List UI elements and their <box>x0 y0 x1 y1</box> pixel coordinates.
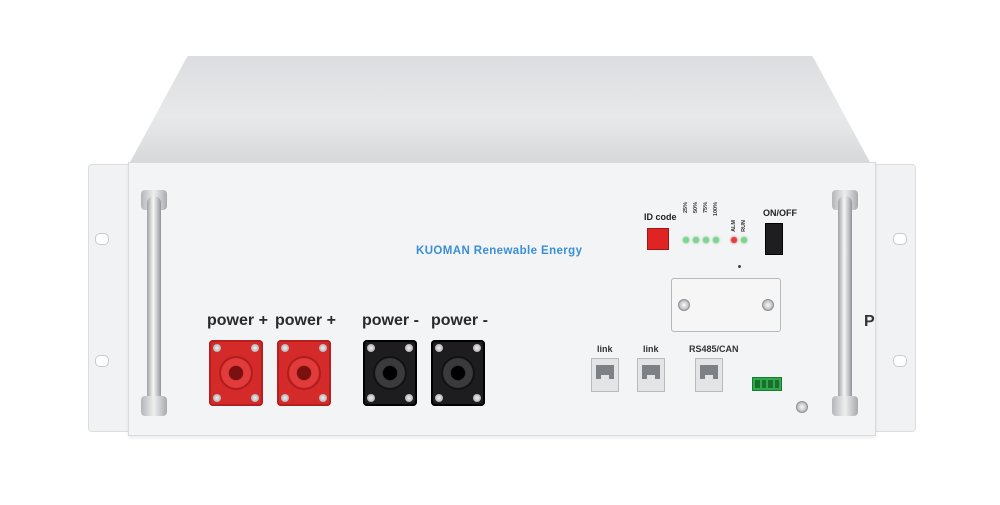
bolt-icon <box>367 394 375 402</box>
brand-watermark: KUOMAN Renewable Energy <box>416 245 583 257</box>
terminal-label: power + <box>275 312 336 329</box>
socket-icon <box>219 356 253 390</box>
negative-terminal[interactable] <box>431 340 485 406</box>
led-label: ALM <box>731 220 737 232</box>
bolt-icon <box>405 344 413 352</box>
bolt-icon <box>405 394 413 402</box>
negative-terminal[interactable] <box>363 340 417 406</box>
led-label: 50% <box>693 202 699 214</box>
rj45-icon <box>642 365 660 379</box>
bolt-icon <box>435 344 443 352</box>
handle-left-bottom-mount <box>141 396 167 416</box>
handle-left[interactable] <box>147 196 161 410</box>
socket-icon <box>287 356 321 390</box>
indicator-dot <box>738 265 741 268</box>
link-port-2[interactable] <box>637 358 665 392</box>
led-label: 100% <box>713 202 719 217</box>
bolt-icon <box>319 344 327 352</box>
positive-terminal[interactable] <box>277 340 331 406</box>
ground-screw-icon <box>796 401 808 413</box>
bolt-icon <box>251 344 259 352</box>
socket-icon <box>441 356 475 390</box>
led-label: 75% <box>703 202 709 214</box>
rs485-can-port[interactable] <box>695 358 723 392</box>
soc-led-25 <box>683 237 689 243</box>
bolt-icon <box>435 394 443 402</box>
positive-terminal[interactable] <box>209 340 263 406</box>
screw-icon <box>678 299 690 311</box>
bolt-icon <box>251 394 259 402</box>
bolt-icon <box>473 394 481 402</box>
bolt-icon <box>281 344 289 352</box>
soc-led-75 <box>703 237 709 243</box>
run-led <box>741 237 747 243</box>
led-label: 25% <box>683 202 689 214</box>
port-label: RS485/CAN <box>689 344 739 354</box>
led-label: RUN <box>741 220 747 232</box>
handle-right[interactable] <box>838 196 852 410</box>
bolt-icon <box>473 344 481 352</box>
dry-contact-connector[interactable] <box>752 377 782 391</box>
power-switch[interactable] <box>765 223 783 255</box>
bolt-icon <box>367 344 375 352</box>
side-letter: P <box>864 313 875 330</box>
ear-mount-hole <box>95 355 109 367</box>
breaker-cover-plate <box>671 278 781 332</box>
alarm-led <box>731 237 737 243</box>
ear-mount-hole <box>95 233 109 245</box>
terminal-label: power - <box>431 312 488 329</box>
rj45-icon <box>700 365 718 379</box>
socket-icon <box>373 356 407 390</box>
screw-icon <box>762 299 774 311</box>
handle-right-bottom-mount <box>832 396 858 416</box>
id-code-dip-switch[interactable] <box>647 228 669 250</box>
power-switch-label: ON/OFF <box>763 208 797 218</box>
port-label: link <box>643 344 659 354</box>
terminal-label: power - <box>362 312 419 329</box>
rj45-icon <box>596 365 614 379</box>
bolt-icon <box>319 394 327 402</box>
right-rack-ear <box>872 164 916 432</box>
terminal-label: power + <box>207 312 268 329</box>
soc-led-100 <box>713 237 719 243</box>
bolt-icon <box>213 394 221 402</box>
soc-led-50 <box>693 237 699 243</box>
ear-mount-hole <box>893 233 907 245</box>
left-rack-ear <box>88 164 132 432</box>
chassis-top-cover <box>128 56 872 166</box>
link-port-1[interactable] <box>591 358 619 392</box>
id-code-label: ID code <box>644 212 677 222</box>
bolt-icon <box>213 344 221 352</box>
port-label: link <box>597 344 613 354</box>
ear-mount-hole <box>893 355 907 367</box>
bolt-icon <box>281 394 289 402</box>
